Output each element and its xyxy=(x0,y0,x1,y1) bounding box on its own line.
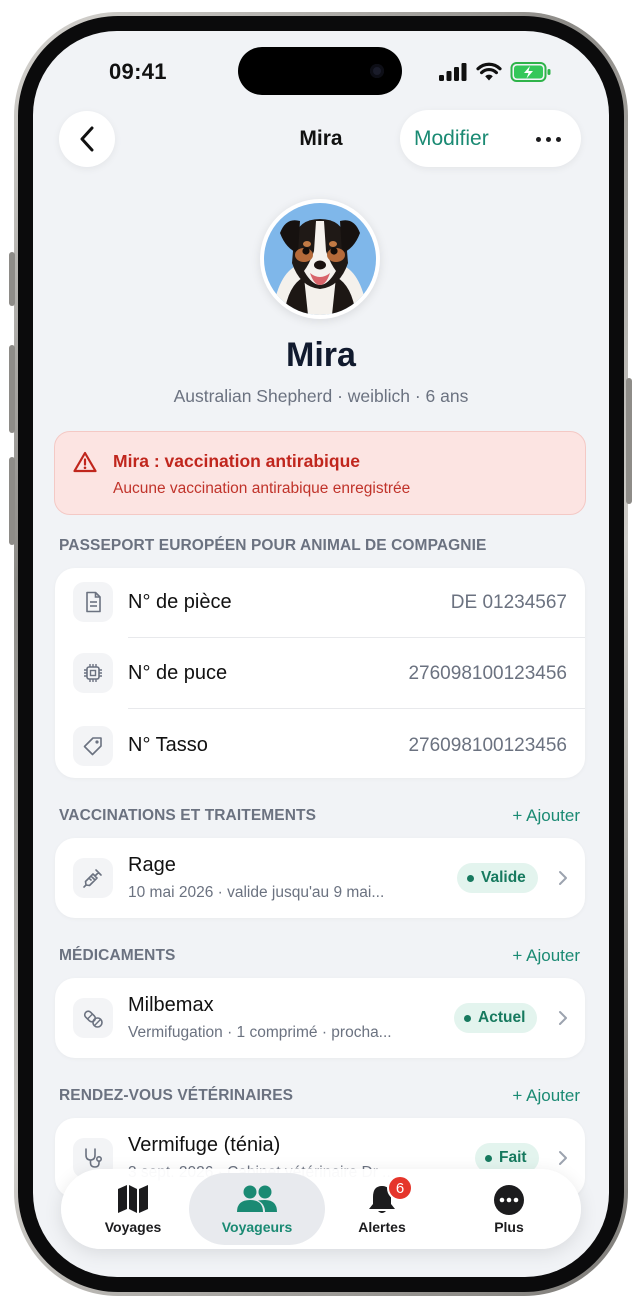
row-value: DE 01234567 xyxy=(450,592,567,613)
medication-item-milbemax[interactable]: Milbemax Vermifugation · 1 comprimé · pr… xyxy=(55,978,585,1058)
chevron-right-icon xyxy=(559,871,567,885)
edit-button[interactable]: Modifier xyxy=(414,127,489,151)
alert-title: Mira : vaccination antirabique xyxy=(113,451,360,471)
screen: 09:41 Mira Modifier Mira Australian Shep… xyxy=(33,31,609,1277)
add-medication-button[interactable]: + Ajouter xyxy=(512,946,580,966)
add-vaccination-button[interactable]: + Ajouter xyxy=(512,806,580,826)
tab-plus[interactable]: Plus xyxy=(441,1173,577,1245)
avatar[interactable] xyxy=(260,199,380,319)
status-time: 09:41 xyxy=(109,59,167,84)
volume-up-button xyxy=(9,345,15,433)
dog-photo xyxy=(264,203,376,315)
passport-row-tasso[interactable]: N° Tasso 276098100123456 xyxy=(55,709,585,779)
tab-voyages[interactable]: Voyages xyxy=(65,1173,201,1245)
camera-icon xyxy=(370,64,384,78)
passport-row-document[interactable]: N° de pièce DE 01234567 xyxy=(55,568,585,638)
volume-down-button xyxy=(9,457,15,545)
tab-bar: Voyages Voyageurs 6 Alertes Plus xyxy=(61,1169,581,1249)
status-icons xyxy=(438,61,552,83)
row-value: 276098100123456 xyxy=(408,735,567,756)
nav-actions: Modifier xyxy=(400,110,581,167)
vet-appointments-header: RENDEZ-VOUS VÉTÉRINAIRES xyxy=(59,1087,294,1104)
microchip-icon xyxy=(73,653,113,693)
rabies-alert[interactable]: Mira : vaccination antirabique Aucune va… xyxy=(54,431,586,515)
medications-header: MÉDICAMENTS xyxy=(59,947,176,964)
syringe-icon xyxy=(73,858,113,898)
battery-charging-icon xyxy=(510,62,551,82)
item-title: Vermifuge (ténia) xyxy=(128,1134,281,1156)
passport-row-chip[interactable]: N° de puce 276098100123456 xyxy=(55,638,585,709)
power-button xyxy=(626,378,632,504)
notification-badge: 6 xyxy=(387,1175,413,1201)
bell-icon xyxy=(314,1184,450,1216)
dynamic-island xyxy=(238,47,402,95)
row-label: N° Tasso xyxy=(128,734,208,756)
status-badge: Valide xyxy=(457,863,538,893)
chevron-right-icon xyxy=(559,1011,567,1025)
map-icon xyxy=(65,1184,201,1214)
item-subtitle: 10 mai 2026 · valide jusqu'au 9 mai... xyxy=(128,884,385,901)
tag-icon xyxy=(73,726,113,766)
wifi-icon xyxy=(476,62,502,81)
more-icon xyxy=(441,1184,577,1216)
item-title: Milbemax xyxy=(128,994,214,1016)
row-label: N° de puce xyxy=(128,662,228,684)
tab-label: Plus xyxy=(494,1219,524,1235)
users-icon xyxy=(189,1184,325,1214)
warning-icon xyxy=(73,451,97,473)
passport-card: N° de pièce DE 01234567 N° de puce 27609… xyxy=(55,568,585,778)
item-title: Rage xyxy=(128,854,176,876)
pet-name: Mira xyxy=(286,336,356,374)
row-label: N° de pièce xyxy=(128,591,232,613)
pill-icon xyxy=(73,998,113,1038)
passport-header: PASSEPORT EUROPÉEN POUR ANIMAL DE COMPAG… xyxy=(59,537,487,554)
vaccination-item-rage[interactable]: Rage 10 mai 2026 · valide jusqu'au 9 mai… xyxy=(55,838,585,918)
tab-voyageurs[interactable]: Voyageurs xyxy=(189,1173,325,1245)
status-badge: Actuel xyxy=(454,1003,538,1033)
row-value: 276098100123456 xyxy=(408,663,567,684)
add-appointment-button[interactable]: + Ajouter xyxy=(512,1086,580,1106)
tab-label: Alertes xyxy=(358,1219,406,1235)
pet-subtitle: Australian Shepherd · weiblich · 6 ans xyxy=(173,386,469,406)
action-button xyxy=(9,252,15,306)
signal-icon xyxy=(439,63,467,81)
alert-text: Aucune vaccination antirabique enregistr… xyxy=(113,480,411,497)
more-button[interactable] xyxy=(536,137,561,142)
item-subtitle: Vermifugation · 1 comprimé · procha... xyxy=(128,1024,392,1041)
tab-label: Voyageurs xyxy=(221,1219,293,1235)
document-icon xyxy=(73,582,113,622)
vaccinations-header: VACCINATIONS ET TRAITEMENTS xyxy=(59,807,317,824)
tab-label: Voyages xyxy=(104,1219,162,1235)
tab-alertes[interactable]: 6 Alertes xyxy=(314,1173,450,1245)
chevron-right-icon xyxy=(559,1151,567,1165)
